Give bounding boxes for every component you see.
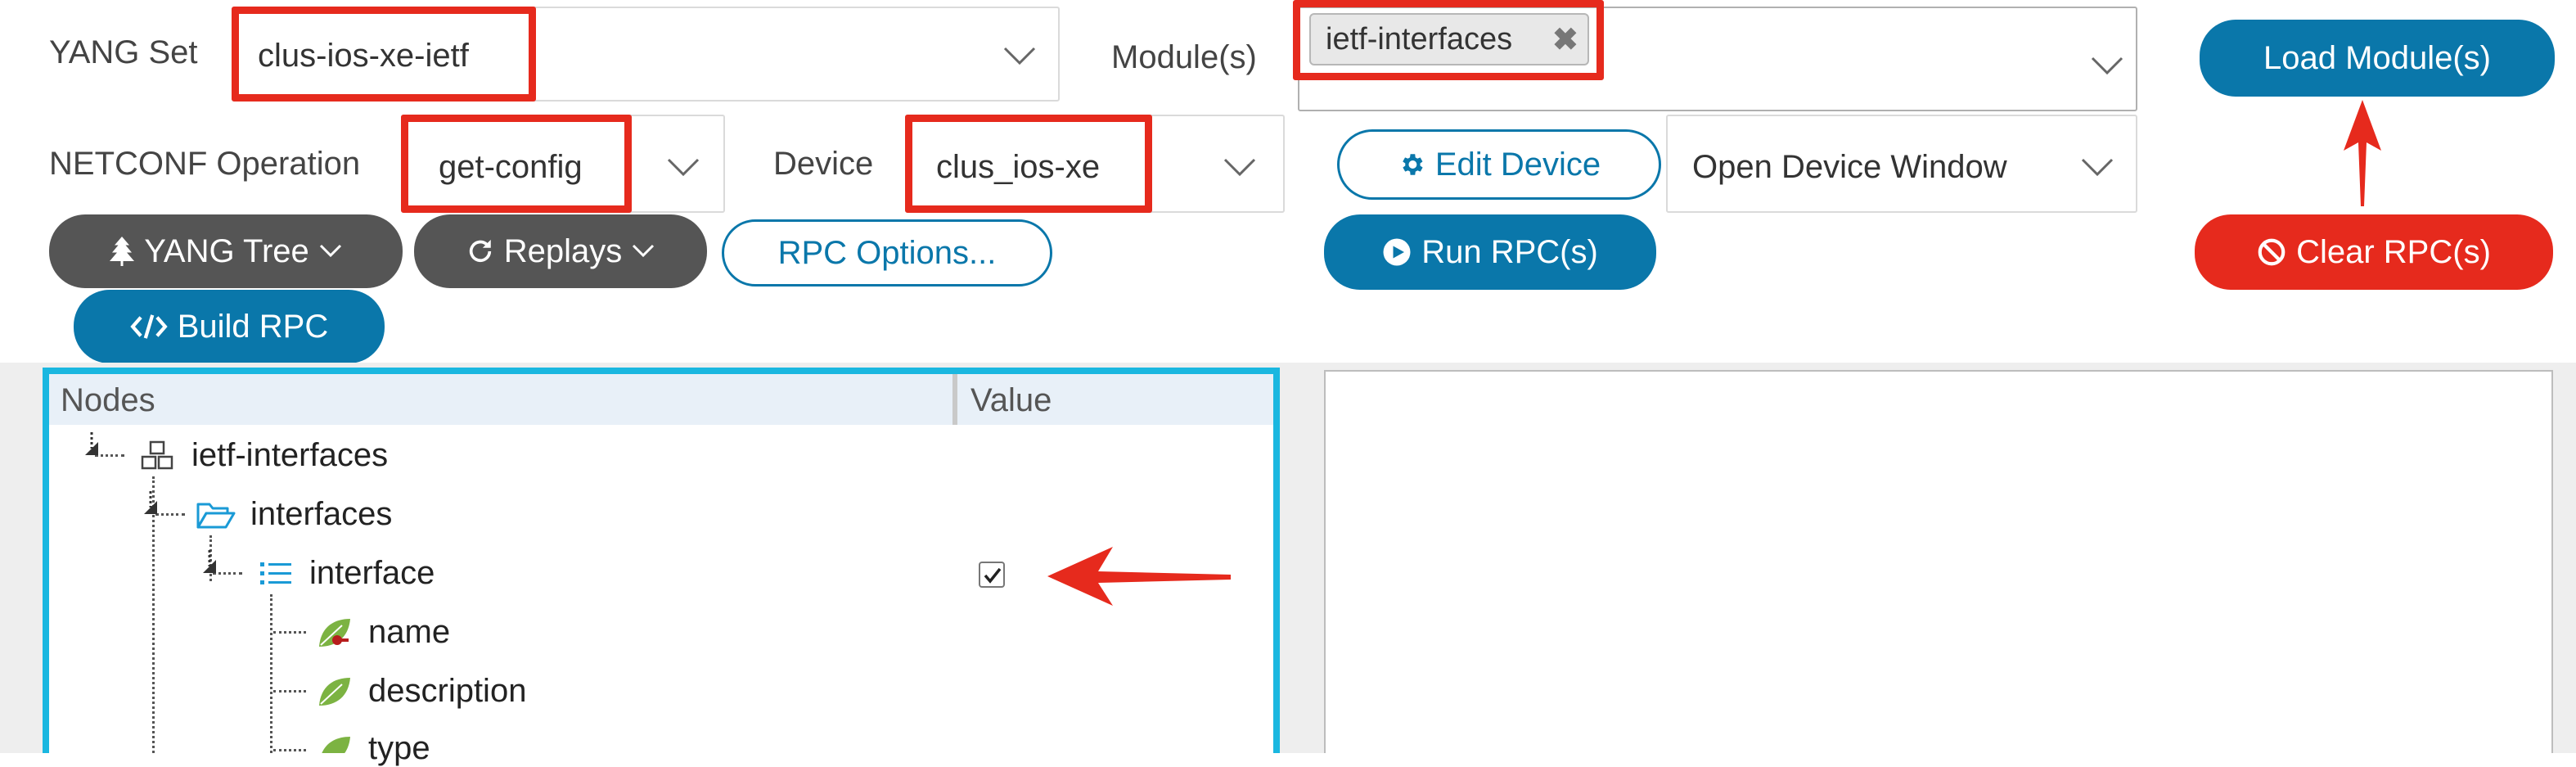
chevron-down-icon <box>2081 158 2114 177</box>
tree-header: Nodes Value <box>49 374 1273 425</box>
module-icon <box>141 440 173 470</box>
expand-toggle-icon[interactable] <box>83 431 100 457</box>
chevron-down-icon <box>1223 158 1256 177</box>
tree-node-label[interactable]: interface <box>309 555 435 592</box>
arrow-up-icon <box>2344 100 2381 206</box>
leaf-icon <box>322 737 350 753</box>
open-device-window-value: Open Device Window <box>1692 149 2007 185</box>
highlight-box <box>232 7 536 102</box>
clear-rpc-button[interactable]: Clear RPC(s) <box>2195 214 2553 290</box>
list-icon <box>260 562 291 584</box>
nodes-column-header: Nodes <box>61 382 155 418</box>
open-device-window-select[interactable]: Open Device Window <box>1666 115 2137 213</box>
leaf-icon <box>319 678 350 706</box>
rpc-output-panel[interactable] <box>1324 370 2553 753</box>
tree-node-label[interactable]: name <box>368 614 450 651</box>
expand-toggle-icon[interactable] <box>142 490 159 516</box>
edit-device-button[interactable]: Edit Device <box>1337 129 1661 200</box>
clear-rpc-label: Clear RPC(s) <box>2296 233 2491 270</box>
check-icon <box>984 567 1002 584</box>
highlight-box <box>1293 0 1604 80</box>
load-modules-label: Load Module(s) <box>2263 39 2491 76</box>
tree-connector <box>273 631 306 634</box>
value-column-header: Value <box>971 382 1052 418</box>
tree-node-label[interactable]: type <box>368 730 430 767</box>
tree-connector <box>155 513 185 516</box>
tree-node-label[interactable]: interfaces <box>250 496 392 533</box>
tree-node-label[interactable]: ietf-interfaces <box>191 437 388 474</box>
chevron-down-icon <box>667 158 700 177</box>
tree-connector <box>152 476 155 753</box>
chevron-down-icon <box>2091 56 2123 75</box>
tree-node-label[interactable]: description <box>368 673 526 710</box>
code-icon <box>130 314 168 339</box>
value-checkbox[interactable] <box>979 562 1005 588</box>
key-leaf-icon <box>319 619 350 647</box>
highlight-box <box>905 115 1152 213</box>
tree-connector <box>273 690 306 693</box>
load-modules-button[interactable]: Load Module(s) <box>2200 20 2555 97</box>
refresh-icon <box>469 239 491 262</box>
rpc-options-button[interactable]: RPC Options... <box>722 219 1052 286</box>
chevron-down-icon <box>1003 47 1036 65</box>
gear-icon <box>1403 154 1423 175</box>
yang-tree-button[interactable]: YANG Tree <box>49 214 403 288</box>
run-rpc-label: Run RPC(s) <box>1421 233 1598 270</box>
tree-icon <box>110 237 135 266</box>
rpc-options-label: RPC Options... <box>777 234 997 271</box>
highlight-box <box>401 115 632 213</box>
yang-set-label: YANG Set <box>49 34 198 70</box>
build-rpc-label: Build RPC <box>177 308 329 345</box>
yang-tree-label: YANG Tree <box>144 232 309 269</box>
replays-button[interactable]: Replays <box>414 214 707 288</box>
tree-connector <box>273 749 306 751</box>
column-divider[interactable] <box>952 374 957 425</box>
device-label: Device <box>773 146 874 182</box>
chevron-down-icon <box>633 244 655 258</box>
arrow-left-icon <box>1047 547 1231 606</box>
netconf-operation-label: NETCONF Operation <box>49 146 361 182</box>
folder-open-icon <box>196 503 236 529</box>
run-rpc-button[interactable]: Run RPC(s) <box>1324 214 1656 290</box>
chevron-down-icon <box>319 244 341 258</box>
build-rpc-button[interactable]: Build RPC <box>74 290 385 363</box>
expand-toggle-icon[interactable] <box>201 548 218 575</box>
ban-icon <box>2258 238 2286 266</box>
modules-label: Module(s) <box>1111 39 1257 75</box>
replays-label: Replays <box>503 232 623 269</box>
tree-connector <box>270 594 272 753</box>
edit-device-label: Edit Device <box>1434 146 1601 183</box>
play-circle-icon <box>1383 238 1411 266</box>
